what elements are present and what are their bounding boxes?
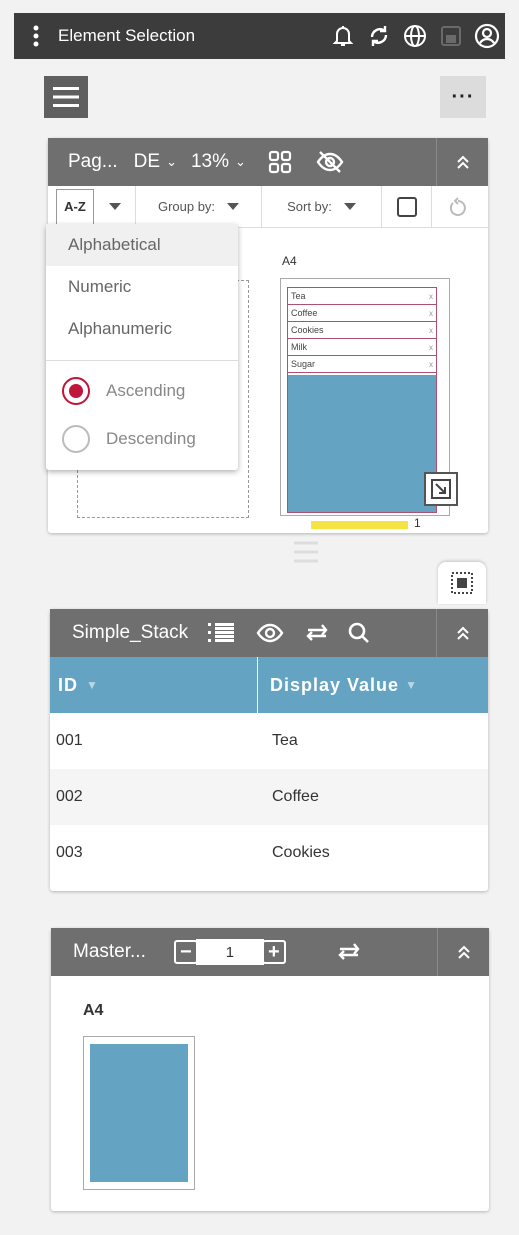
sort-by-label: Sort by: — [287, 199, 332, 214]
stack-area: Tea x Coffee x Cookies x Milk x Sugar x — [287, 287, 437, 513]
collapse-button[interactable] — [436, 609, 488, 657]
cell-value: Coffee — [272, 788, 319, 805]
account-icon[interactable] — [469, 13, 505, 59]
stack-fill-area — [288, 375, 436, 512]
table-row[interactable]: 002 Coffee — [50, 769, 488, 825]
page-stepper: − 1 + — [173, 939, 286, 965]
more-options-button[interactable]: ··· — [440, 76, 486, 118]
language-value: DE — [133, 151, 161, 172]
sync-icon[interactable] — [361, 13, 397, 59]
table-header: ID ▼ Display Value ▼ — [50, 657, 488, 713]
select-all-checkbox[interactable] — [382, 185, 432, 228]
table-row[interactable]: 003 Cookies — [50, 825, 488, 881]
language-dropdown[interactable]: DE ⌄ — [134, 151, 177, 173]
descending-label: Descending — [106, 429, 196, 448]
slot-item[interactable]: Cookies x — [288, 322, 436, 339]
simple-stack-panel: Simple_Stack ID ▼ Display Value ▼ 001 Tea 0… — [50, 609, 488, 891]
cell-id: 002 — [56, 788, 83, 805]
group-by-label: Group by: — [157, 199, 216, 214]
sort-options-toggle[interactable] — [94, 185, 136, 228]
sort-alphabetical-option[interactable]: Alphabetical — [46, 224, 238, 266]
radio-checked-icon — [62, 377, 90, 405]
zoom-dropdown[interactable]: 13% ⌄ — [191, 151, 246, 173]
slot-label: Coffee — [291, 308, 318, 318]
cell-id: 003 — [56, 844, 83, 861]
slot-label: Milk — [291, 342, 307, 352]
sort-options-menu: Alphabetical Numeric Alphanumeric Ascend… — [46, 224, 238, 470]
increment-button[interactable]: + — [261, 940, 286, 964]
remove-icon[interactable]: x — [429, 292, 433, 301]
kebab-menu-icon[interactable] — [14, 13, 58, 59]
remove-icon[interactable]: x — [429, 343, 433, 352]
globe-icon[interactable] — [397, 13, 433, 59]
slot-item[interactable]: Tea x — [288, 288, 436, 305]
save-icon — [433, 13, 469, 59]
sort-arrow-icon: ▼ — [405, 678, 418, 692]
drag-handle-icon[interactable] — [290, 540, 322, 564]
slot-item[interactable]: Milk x — [288, 339, 436, 356]
slot-item[interactable]: Sugar x — [288, 356, 436, 373]
master-page-thumbnail[interactable] — [83, 1036, 195, 1190]
stack-panel-header: Simple_Stack — [50, 609, 488, 657]
search-icon[interactable] — [348, 622, 370, 644]
page-size-label: A4 — [282, 254, 297, 268]
cell-value: Cookies — [272, 844, 330, 861]
column-header-display-value[interactable]: Display Value ▼ — [258, 675, 488, 696]
slot-label: Sugar — [291, 359, 316, 369]
app-header: Element Selection — [14, 13, 505, 59]
slot-label: Cookies — [291, 325, 324, 335]
sort-arrow-icon: ▼ — [86, 678, 99, 692]
fit-to-view-icon[interactable] — [438, 562, 486, 604]
table-row[interactable]: 001 Tea — [50, 713, 488, 769]
radio-unchecked-icon — [62, 425, 90, 453]
chevron-down-icon: ⌄ — [235, 154, 246, 169]
hamburger-menu-button[interactable] — [44, 76, 88, 118]
pages-panel-title: Pag... — [68, 151, 118, 172]
collapse-button[interactable] — [437, 928, 489, 976]
chevron-down-icon: ⌄ — [166, 154, 177, 169]
ascending-label: Ascending — [106, 381, 186, 400]
sort-by-dropdown[interactable]: Sort by: — [262, 185, 382, 228]
master-panel: Master... − 1 + A4 — [51, 928, 489, 1211]
pages-panel-header: Pag... DE ⌄ 13% ⌄ — [48, 138, 488, 186]
app-title: Element Selection — [58, 26, 196, 45]
sort-alphanumeric-option[interactable]: Alphanumeric — [46, 308, 238, 350]
column-header-id[interactable]: ID ▼ — [50, 657, 258, 713]
ascending-option[interactable]: Ascending — [46, 367, 238, 415]
sort-numeric-option[interactable]: Numeric — [46, 266, 238, 308]
master-panel-title: Master... — [73, 941, 146, 962]
expand-page-icon[interactable] — [424, 472, 458, 506]
visibility-off-icon[interactable] — [316, 150, 344, 174]
collapse-button[interactable] — [436, 138, 488, 186]
group-by-dropdown[interactable]: Group by: — [136, 185, 262, 228]
master-page-label: A4 — [83, 1002, 104, 1019]
cell-id: 001 — [56, 732, 83, 749]
column-label: ID — [58, 674, 78, 695]
zoom-value: 13% — [190, 151, 229, 172]
swap-icon[interactable] — [304, 622, 330, 644]
remove-icon[interactable]: x — [429, 309, 433, 318]
bell-icon[interactable] — [325, 13, 361, 59]
master-fill-area — [90, 1044, 188, 1182]
page-indicator-bar — [311, 521, 408, 529]
descending-option[interactable]: Descending — [46, 415, 238, 463]
slot-label: Tea — [291, 291, 306, 301]
decrement-button[interactable]: − — [173, 940, 198, 964]
cell-value: Tea — [272, 732, 298, 749]
stack-panel-title: Simple_Stack — [72, 622, 189, 643]
slot-item[interactable]: Coffee x — [288, 305, 436, 322]
master-panel-header: Master... − 1 + — [51, 928, 489, 976]
column-label: Display Value — [270, 674, 400, 695]
remove-icon[interactable]: x — [429, 326, 433, 335]
remove-icon[interactable]: x — [429, 360, 433, 369]
sort-az-button[interactable]: A-Z — [56, 188, 94, 225]
eye-icon[interactable] — [256, 623, 284, 643]
list-view-icon[interactable] — [208, 622, 235, 644]
page-number: 1 — [414, 516, 421, 530]
stepper-value[interactable]: 1 — [195, 939, 264, 965]
reset-icon[interactable] — [432, 186, 484, 228]
sort-toolbar: A-Z Group by: Sort by: — [48, 185, 488, 228]
swap-icon[interactable] — [336, 941, 362, 963]
grid-view-icon[interactable] — [268, 150, 292, 174]
